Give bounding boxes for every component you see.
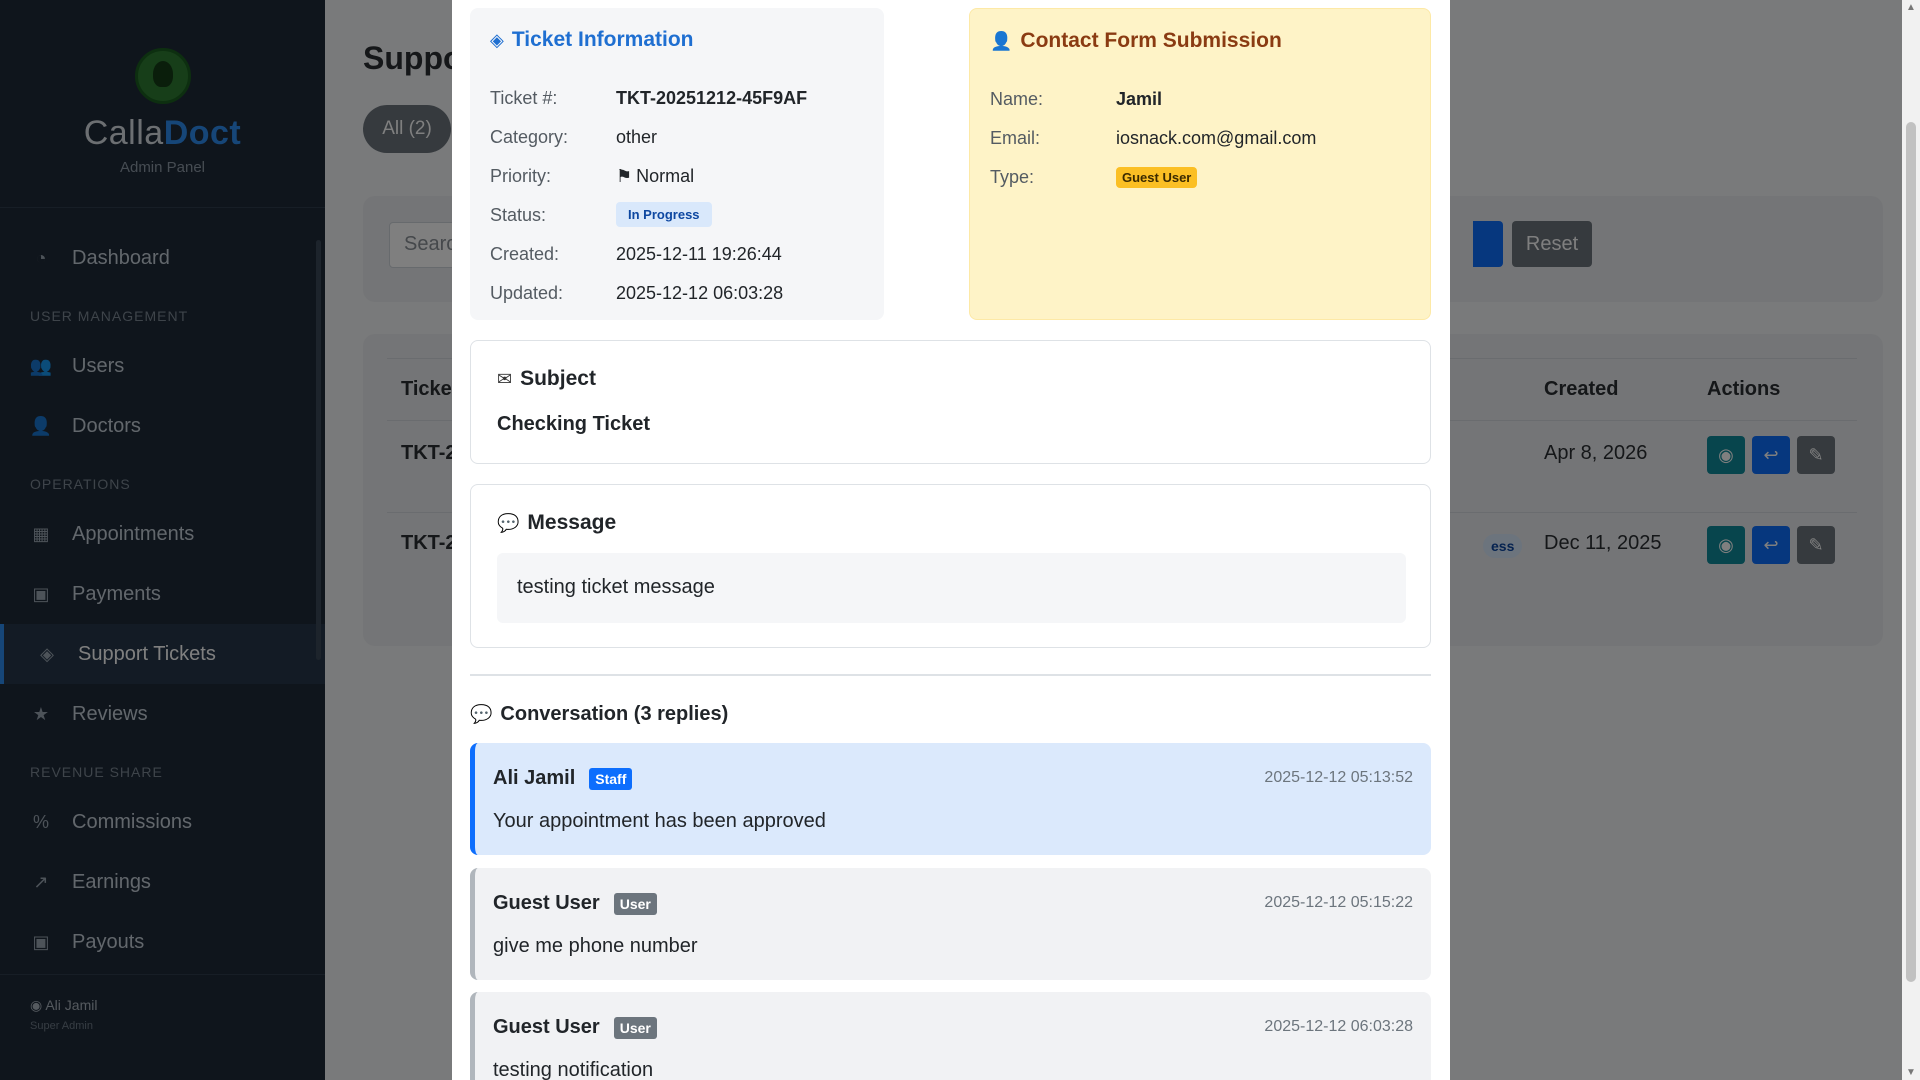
section-divider	[470, 674, 1431, 676]
user-badge: User	[613, 1016, 657, 1039]
reply-timestamp: 2025-12-12 05:15:22	[1264, 894, 1413, 911]
staff-badge: Staff	[589, 767, 633, 790]
guest-user-badge: Guest User	[1116, 167, 1198, 188]
field-priority: Priority: ⚑ Normal	[490, 166, 695, 186]
reply-item: Ali Jamil Staff 2025-12-12 05:13:52 Your …	[470, 743, 1431, 855]
reply-text: give me phone number	[493, 935, 698, 957]
subject-card: ✉ Subject Checking Ticket	[470, 340, 1431, 464]
ticket-information-title: ◈ Ticket Information	[490, 28, 694, 51]
user-badge: User	[613, 892, 657, 915]
page-scrollbar[interactable]: ▲ ▼	[1902, 0, 1920, 1080]
envelope-icon: ✉	[497, 368, 513, 389]
field-ticket-number: Ticket #: TKT-20251212-45F9AF	[490, 88, 808, 108]
reply-text: Your appointment has been approved	[493, 810, 826, 832]
reply-text: testing notification	[493, 1059, 654, 1080]
message-title: 💬 Message	[497, 511, 617, 534]
reply-author: Ali Jamil Staff	[493, 767, 633, 790]
subject-text: Checking Ticket	[497, 413, 651, 435]
email-link[interactable]: iosnack.com@gmail.com	[1116, 128, 1316, 149]
field-created: Created: 2025-12-11 19:26:44	[490, 244, 782, 264]
field-email: Email: iosnack.com@gmail.com	[990, 128, 1317, 149]
ticket-detail-modal: ◈ Ticket Information Ticket #: TKT-2025121…	[452, 0, 1450, 1080]
reply-timestamp: 2025-12-12 06:03:28	[1264, 1018, 1413, 1035]
ticket-icon: ◈	[490, 29, 504, 50]
reply-author: Guest User User	[493, 892, 657, 915]
field-status: Status: In Progress	[490, 202, 712, 227]
reply-item: Guest User User 2025-12-12 05:15:22 give …	[470, 868, 1431, 980]
scroll-up-icon[interactable]: ▲	[1906, 2, 1916, 13]
field-category: Category: other	[490, 127, 658, 147]
user-icon: 👤	[990, 30, 1013, 51]
ticket-information-card: ◈ Ticket Information Ticket #: TKT-2025121…	[470, 8, 884, 320]
field-type: Type: Guest User	[990, 167, 1198, 188]
reply-author: Guest User User	[493, 1016, 657, 1039]
scrollbar-thumb[interactable]	[1906, 122, 1916, 982]
comment-icon: 💬	[497, 512, 520, 533]
scroll-down-icon[interactable]: ▼	[1906, 1067, 1916, 1078]
reply-timestamp: 2025-12-12 05:13:52	[1264, 769, 1413, 786]
message-text: testing ticket message	[497, 553, 1406, 623]
contact-form-card: 👤 Contact Form Submission Name: Jamil Emai…	[969, 8, 1431, 320]
contact-form-title: 👤 Contact Form Submission	[990, 29, 1282, 52]
subject-title: ✉ Subject	[497, 367, 596, 390]
flag-icon: ⚑	[616, 166, 633, 186]
field-updated: Updated: 2025-12-12 06:03:28	[490, 283, 784, 303]
reply-item: Guest User User 2025-12-12 06:03:28 testi…	[470, 992, 1431, 1080]
field-name: Name: Jamil	[990, 89, 1163, 109]
comments-icon: 💬	[470, 704, 493, 724]
status-badge: In Progress	[616, 202, 712, 227]
conversation-title: 💬 Conversation (3 replies)	[470, 703, 729, 725]
message-card: 💬 Message testing ticket message	[470, 484, 1431, 648]
